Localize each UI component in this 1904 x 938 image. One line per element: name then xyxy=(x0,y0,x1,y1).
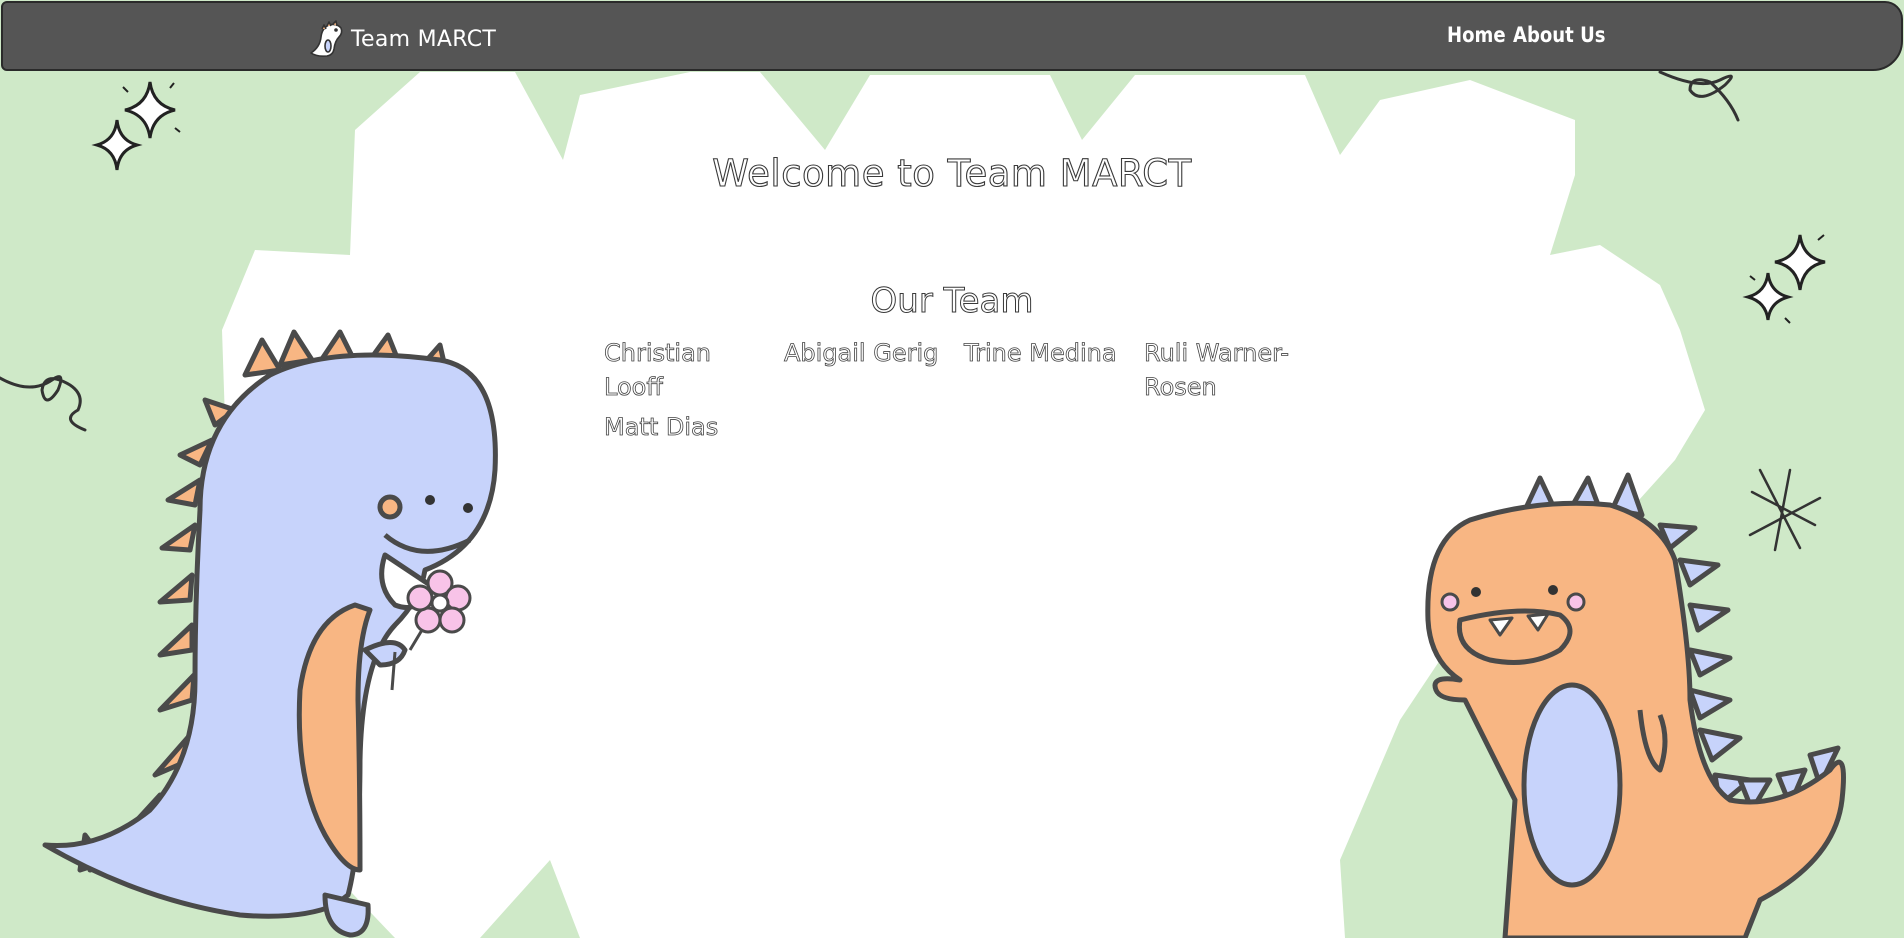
main-content: Welcome to Team MARCT Our Team Christian… xyxy=(0,0,1904,938)
team-member-list: Christian Looff Abigail Gerig Trine Medi… xyxy=(604,336,1324,444)
team-heading: Our Team xyxy=(870,281,1034,322)
dino-logo-icon xyxy=(310,20,343,57)
nav-links: Home About Us xyxy=(1447,23,1621,47)
team-member-name: Christian Looff xyxy=(604,339,712,402)
welcome-heading: Welcome to Team MARCT xyxy=(712,151,1192,195)
brand-link[interactable]: Team MARCT xyxy=(307,19,496,59)
team-member-name: Ruli Warner-Rosen xyxy=(1144,339,1290,402)
top-navbar: Team MARCT Home About Us xyxy=(1,1,1903,71)
team-member-name: Abigail Gerig xyxy=(784,339,939,368)
nav-link-about-us[interactable]: About Us xyxy=(1513,23,1606,47)
nav-link-home[interactable]: Home xyxy=(1447,23,1506,47)
team-member-name: Matt Dias xyxy=(604,413,719,442)
team-member-name: Trine Medina xyxy=(964,339,1117,368)
brand-name: Team MARCT xyxy=(351,26,497,52)
